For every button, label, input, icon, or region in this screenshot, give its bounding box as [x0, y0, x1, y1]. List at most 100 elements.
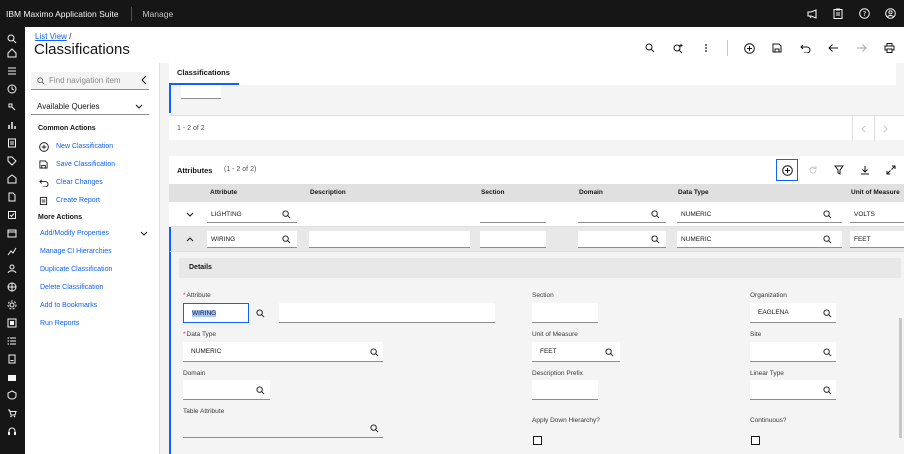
search-icon[interactable]	[649, 233, 661, 245]
attribute-description-field[interactable]	[279, 303, 495, 323]
help-icon[interactable]: ?	[858, 8, 870, 20]
apply-down-hierarchy-checkbox[interactable]	[533, 436, 542, 445]
search-icon[interactable]	[254, 307, 266, 319]
available-queries-select[interactable]: Available Queries	[31, 99, 149, 115]
classification-field[interactable]	[181, 85, 221, 99]
asset-icon[interactable]	[6, 317, 18, 329]
section-cell[interactable]	[480, 206, 546, 223]
people-icon[interactable]	[6, 263, 18, 275]
search-icon[interactable]	[368, 422, 380, 434]
search-icon[interactable]	[649, 208, 661, 220]
print-icon[interactable]	[878, 37, 900, 59]
uom-cell[interactable]: FEET	[850, 231, 904, 248]
dashboard-icon[interactable]	[6, 65, 18, 77]
save-classification-action[interactable]: Save Classification	[38, 159, 115, 170]
add-icon[interactable]	[738, 37, 760, 59]
work-order-icon[interactable]	[6, 209, 18, 221]
download-icon[interactable]	[854, 159, 876, 181]
delete-classification-action[interactable]: Delete Classification	[40, 284, 103, 291]
workflow-icon[interactable]	[6, 101, 18, 113]
column-header-attribute[interactable]: Attribute	[210, 189, 237, 196]
storeroom-icon[interactable]	[6, 371, 18, 383]
description-cell[interactable]	[309, 231, 470, 248]
search-icon[interactable]	[6, 33, 18, 45]
data-type-cell[interactable]: NUMERIC	[677, 231, 842, 248]
breadcrumb-list-view[interactable]: List View	[35, 32, 67, 41]
section-field[interactable]	[532, 303, 598, 323]
next-page-icon[interactable]	[874, 116, 896, 141]
document-icon[interactable]	[6, 191, 18, 203]
overflow-menu-icon[interactable]	[695, 37, 717, 59]
run-reports-action[interactable]: Run Reports	[40, 320, 79, 327]
search-icon[interactable]	[280, 208, 292, 220]
search-icon[interactable]	[280, 233, 292, 245]
search-icon[interactable]	[639, 37, 661, 59]
save-icon[interactable]	[766, 37, 788, 59]
add-to-bookmarks-action[interactable]: Add to Bookmarks	[40, 302, 97, 309]
cart-icon[interactable]	[6, 407, 18, 419]
create-report-action[interactable]: Create Report	[38, 195, 100, 206]
search-icon[interactable]	[821, 307, 833, 319]
nav-search-input[interactable]: Find navigation item	[31, 72, 149, 90]
previous-page-icon[interactable]	[852, 116, 874, 141]
search-icon[interactable]	[821, 208, 833, 220]
data-type-cell[interactable]: NUMERIC	[677, 206, 842, 223]
collapse-sidebar-icon[interactable]	[141, 75, 147, 87]
chevron-up-icon[interactable]	[184, 233, 196, 245]
settings-icon[interactable]	[6, 299, 18, 311]
help-desk-icon[interactable]	[6, 425, 18, 437]
search-advanced-icon[interactable]	[667, 37, 689, 59]
description-prefix-field[interactable]	[532, 380, 598, 400]
data-type-field[interactable]: NUMERIC	[183, 342, 383, 362]
next-icon[interactable]	[850, 37, 872, 59]
attribute-field[interactable]: WIRING	[183, 303, 249, 323]
add-row-icon[interactable]	[776, 159, 798, 181]
recent-icon[interactable]	[6, 83, 18, 95]
clipboard-icon[interactable]	[832, 8, 844, 20]
search-icon[interactable]	[254, 384, 266, 396]
previous-icon[interactable]	[822, 37, 844, 59]
column-header-domain[interactable]: Domain	[579, 189, 603, 196]
uom-cell[interactable]: VOLTS	[850, 206, 904, 223]
column-header-unit-of-measure[interactable]: Unit of Measure	[851, 189, 900, 196]
clear-changes-action[interactable]: Clear Changes	[38, 177, 103, 188]
table-row[interactable]: LIGHTING NUMERIC VOLTS	[169, 202, 904, 227]
user-icon[interactable]	[884, 8, 896, 20]
tab-classifications[interactable]: Classifications	[169, 63, 239, 85]
table-row-selected[interactable]: WIRING NUMERIC FEET	[169, 227, 904, 252]
search-icon[interactable]	[603, 346, 615, 358]
contract-icon[interactable]	[6, 353, 18, 365]
megaphone-icon[interactable]	[806, 8, 818, 20]
continuous-checkbox[interactable]	[751, 436, 760, 445]
search-icon[interactable]	[368, 346, 380, 358]
scrollbar[interactable]	[899, 318, 902, 438]
add-modify-properties-action[interactable]: Add/Modify Properties	[40, 230, 148, 237]
description-cell[interactable]	[309, 206, 469, 223]
column-header-section[interactable]: Section	[481, 189, 504, 196]
duplicate-classification-action[interactable]: Duplicate Classification	[40, 266, 112, 273]
inventory-icon[interactable]	[6, 173, 18, 185]
undo-icon[interactable]	[794, 37, 816, 59]
list-icon[interactable]	[6, 335, 18, 347]
section-cell[interactable]	[480, 231, 546, 248]
manage-ci-hierarchies-action[interactable]: Manage CI Hierarchies	[40, 248, 112, 255]
report-icon[interactable]	[6, 137, 18, 149]
table-attribute-field[interactable]	[183, 418, 383, 438]
refresh-icon[interactable]	[802, 159, 824, 181]
search-icon[interactable]	[821, 384, 833, 396]
new-classification-action[interactable]: New Classification	[38, 141, 113, 152]
safety-icon[interactable]	[6, 389, 18, 401]
search-icon[interactable]	[821, 233, 833, 245]
chart-icon[interactable]	[6, 119, 18, 131]
filter-icon[interactable]	[828, 159, 850, 181]
calendar-icon[interactable]	[6, 227, 18, 239]
globe-icon[interactable]	[6, 281, 18, 293]
column-header-data-type[interactable]: Data Type	[678, 189, 709, 196]
maximize-icon[interactable]	[880, 159, 902, 181]
home-icon[interactable]	[6, 47, 18, 59]
search-icon[interactable]	[821, 346, 833, 358]
analytics-icon[interactable]	[6, 245, 18, 257]
brand-name[interactable]: IBM Maximo Application Suite	[0, 9, 118, 19]
tag-icon[interactable]	[6, 155, 18, 167]
chevron-down-icon[interactable]	[184, 208, 196, 220]
